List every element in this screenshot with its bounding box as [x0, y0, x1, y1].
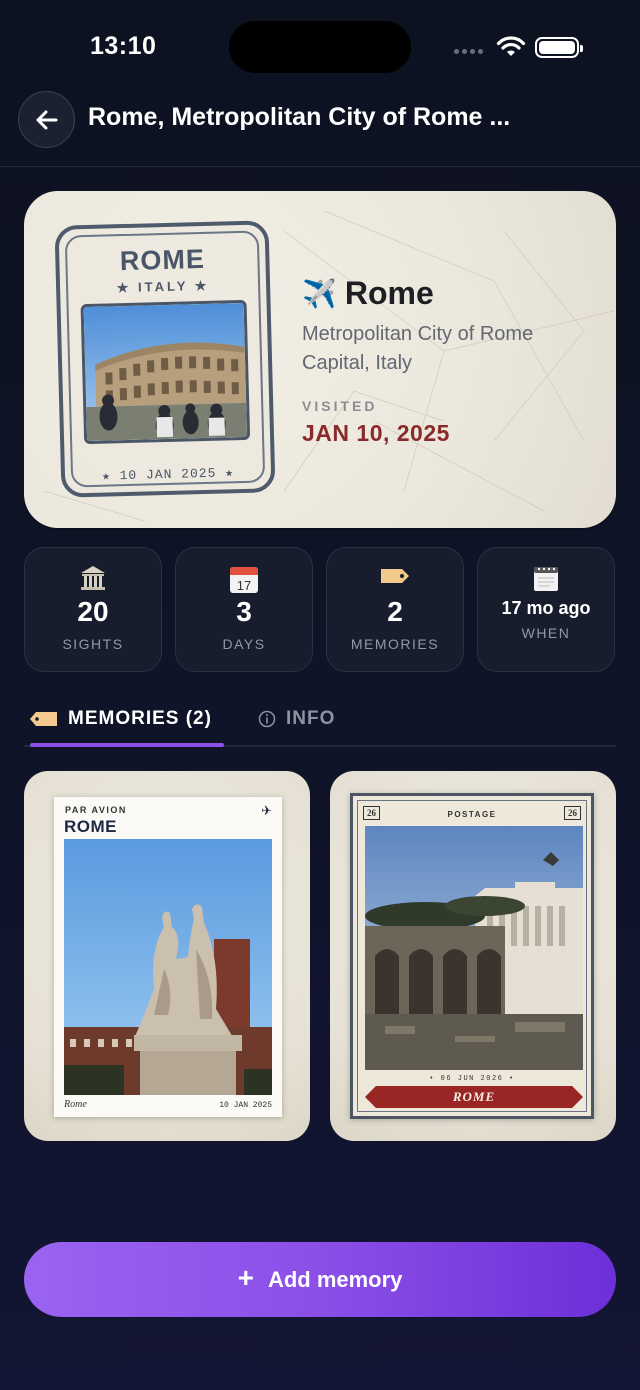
page-title: Rome, Metropolitan City of Rome ...	[88, 103, 511, 131]
airplane-icon: ✈️	[302, 278, 337, 309]
museum-icon	[81, 566, 105, 590]
tab-info-label: INFO	[286, 708, 336, 729]
stat-days: 17 3 DAYS	[175, 547, 313, 672]
stamp-banner: ROME	[365, 1086, 583, 1108]
stamp-number-right: 26	[564, 806, 581, 820]
battery-icon	[535, 37, 583, 58]
stamp-banner-text: ROME	[452, 1089, 496, 1104]
add-memory-button[interactable]: + Add memory	[24, 1242, 616, 1317]
back-button[interactable]	[18, 91, 75, 148]
header-divider	[0, 166, 640, 167]
place-hero-card: ROME ★ ITALY ★ ★ 10 JAN 2025 ★ ✈️ Rome M…	[24, 191, 616, 528]
forum-photo	[365, 826, 583, 1070]
stamp-title: ROME	[119, 243, 206, 277]
stat-label: SIGHTS	[62, 636, 124, 652]
place-subtitle: Metropolitan City of Rome Capital, Italy	[302, 323, 534, 374]
city-name: Rome	[344, 275, 434, 311]
stat-sights: 20 SIGHTS	[24, 547, 162, 672]
passport-stamp: ROME ★ ITALY ★ ★ 10 JAN 2025 ★	[54, 220, 276, 498]
wifi-icon	[496, 36, 526, 56]
airplane-icon: ✈	[261, 803, 272, 818]
statue-photo	[64, 839, 272, 1095]
stat-label: MEMORIES	[350, 636, 440, 652]
stamp-date: • 06 JUN 2026 •	[429, 1075, 515, 1083]
add-memory-label: Add memory	[267, 1266, 403, 1292]
visited-date: JAN 10, 2025	[302, 420, 450, 446]
tab-active-indicator	[30, 743, 224, 747]
visited-label: VISITED	[302, 398, 378, 414]
status-time: 13:10	[90, 32, 157, 60]
tab-memories[interactable]: MEMORIES (2)	[30, 704, 212, 734]
stat-value: 3	[236, 596, 252, 627]
tag-icon	[381, 569, 409, 583]
arrow-left-icon	[36, 110, 57, 129]
calendar-day: 17	[237, 578, 251, 593]
memory-card[interactable]: PAR AVION ✈ ROME Rome 10 JAN 2025	[24, 771, 310, 1141]
stat-when: 17 mo ago WHEN	[477, 547, 615, 672]
tab-info[interactable]: INFO	[258, 704, 335, 734]
status-bar: 13:10	[0, 0, 640, 90]
postcard-city: ROME	[64, 817, 117, 836]
place-info: ✈️ Rome Metropolitan City of Rome Capita…	[302, 275, 602, 447]
stat-memories: 2 MEMORIES	[326, 547, 464, 672]
postcard-caption: Rome	[64, 1099, 87, 1110]
plus-icon: +	[237, 1262, 254, 1293]
postcard-header: PAR AVION	[65, 805, 127, 815]
stat-label: WHEN	[521, 625, 571, 641]
stat-value: 17 mo ago	[501, 598, 591, 618]
info-icon	[258, 710, 276, 728]
postcard-date: 10 JAN 2025	[219, 1101, 272, 1110]
calendar-icon: 17	[230, 567, 258, 593]
stat-value: 20	[77, 596, 109, 627]
colosseum-photo	[80, 299, 251, 445]
stamp-header: POSTAGE	[447, 810, 497, 819]
signal-dots-icon	[454, 49, 483, 54]
stat-label: DAYS	[222, 636, 266, 652]
memory-card[interactable]: 26 POSTAGE 26 • 06 JUN 2026 • ROME	[330, 771, 616, 1141]
postcard: PAR AVION ✈ ROME Rome 10 JAN 2025	[54, 797, 282, 1117]
dynamic-island	[229, 21, 411, 73]
stat-value: 2	[387, 596, 403, 627]
tear-off-calendar-icon	[534, 567, 558, 591]
place-city: ✈️ Rome	[302, 275, 602, 312]
postage-stamp: 26 POSTAGE 26 • 06 JUN 2026 • ROME	[350, 793, 594, 1119]
tab-memories-label: MEMORIES (2)	[68, 708, 212, 729]
tag-icon	[30, 712, 57, 726]
